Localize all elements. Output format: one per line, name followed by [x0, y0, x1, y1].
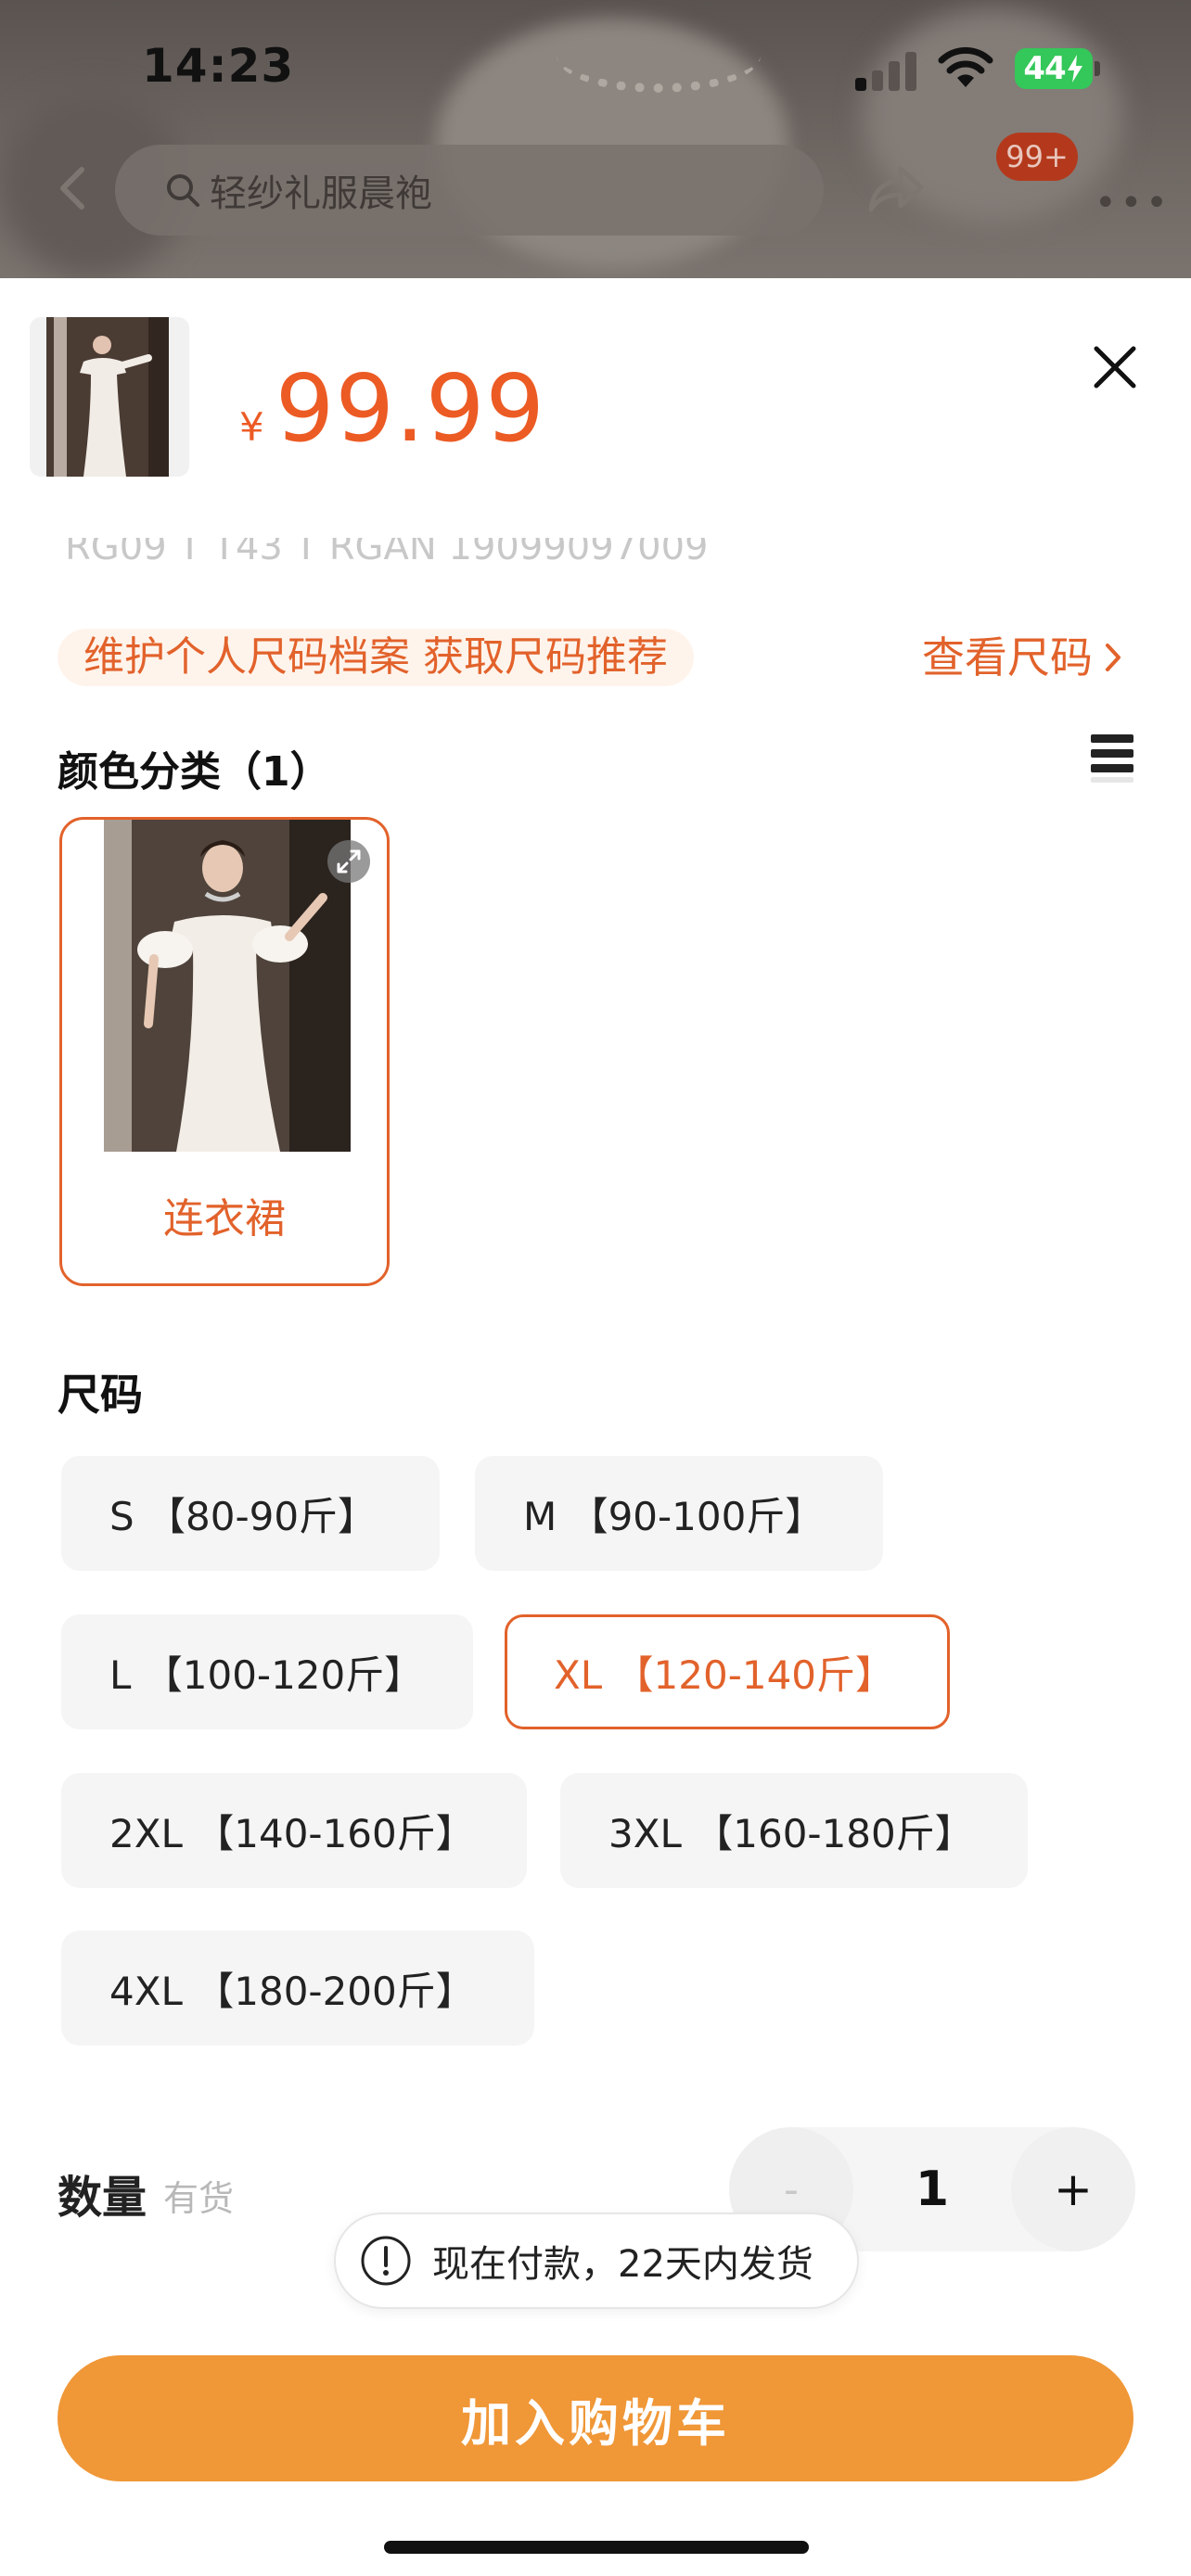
expand-arrows-icon	[337, 849, 361, 874]
product-thumbnail[interactable]	[30, 317, 189, 477]
currency-symbol: ¥	[239, 404, 264, 450]
price-value: 99.99	[275, 354, 546, 463]
close-icon[interactable]	[1091, 343, 1139, 391]
battery-icon: 44	[1015, 48, 1093, 89]
view-size-chart-link[interactable]: 查看尺码	[922, 629, 1122, 686]
dimmed-product-page: 14:23 44 轻纱礼服晨袍 99+ •••	[0, 0, 1191, 278]
battery-level: 44	[1023, 50, 1066, 87]
size-option-3xl[interactable]: 3XL 【160-180斤】	[560, 1773, 1028, 1888]
cellular-signal-icon	[855, 48, 920, 91]
cart-count-badge[interactable]: 99+	[996, 133, 1078, 181]
color-option-label: 连衣裙	[163, 1195, 286, 1243]
list-view-icon[interactable]	[1089, 733, 1135, 784]
battery-tip	[1095, 61, 1100, 76]
quantity-value[interactable]: 1	[853, 2127, 1011, 2251]
size-option-4xl[interactable]: 4XL 【180-200斤】	[61, 1931, 534, 2046]
increase-quantity-button[interactable]: +	[1011, 2127, 1135, 2251]
size-option-m[interactable]: M 【90-100斤】	[475, 1456, 883, 1571]
size-option-2xl[interactable]: 2XL 【140-160斤】	[61, 1773, 527, 1888]
home-indicator[interactable]	[384, 2541, 809, 2554]
add-to-cart-button[interactable]: 加入购物车	[58, 2355, 1133, 2481]
sku-selection-sheet: ¥ 99.99 RG09 T T43 T RGAN 19099097009 维护…	[0, 278, 1191, 2576]
quantity-label: 数量	[58, 2172, 147, 2224]
status-time: 14:23	[142, 39, 295, 93]
chevron-right-icon	[1106, 644, 1121, 671]
color-section-title: 颜色分类（1）	[58, 748, 331, 796]
size-option-l[interactable]: L 【100-120斤】	[61, 1614, 473, 1729]
product-price: ¥ 99.99	[239, 354, 545, 463]
search-icon	[167, 174, 199, 207]
expand-image-icon[interactable]	[327, 840, 370, 883]
size-section-title: 尺码	[58, 1370, 143, 1420]
exclamation-circle-icon	[361, 2236, 411, 2286]
back-arrow-icon[interactable]	[54, 165, 91, 211]
dress-photo	[104, 820, 351, 1152]
stock-status: 有货	[163, 2178, 235, 2219]
search-placeholder: 轻纱礼服晨袍	[210, 172, 432, 215]
color-option-card[interactable]: 连衣裙	[59, 817, 390, 1286]
view-size-label: 查看尺码	[922, 632, 1093, 682]
charging-bolt-icon	[1067, 55, 1082, 83]
shipping-notice: 现在付款，22天内发货	[334, 2213, 859, 2309]
wifi-icon	[938, 46, 993, 87]
shipping-notice-text: 现在付款，22天内发货	[432, 2243, 813, 2286]
size-profile-banner[interactable]: 维护个人尺码档案 获取尺码推荐	[58, 629, 694, 686]
size-option-s[interactable]: S 【80-90斤】	[61, 1456, 440, 1571]
size-option-xl[interactable]: XL 【120-140斤】	[505, 1614, 950, 1729]
share-icon[interactable]	[867, 163, 925, 213]
product-thumbnail-image	[46, 317, 169, 477]
more-options-icon[interactable]: •••	[1095, 182, 1172, 224]
sku-code-partial: RG09 T T43 T RGAN 19099097009	[65, 538, 709, 564]
background-necklace	[557, 19, 761, 93]
search-bar[interactable]: 轻纱礼服晨袍	[115, 145, 824, 236]
